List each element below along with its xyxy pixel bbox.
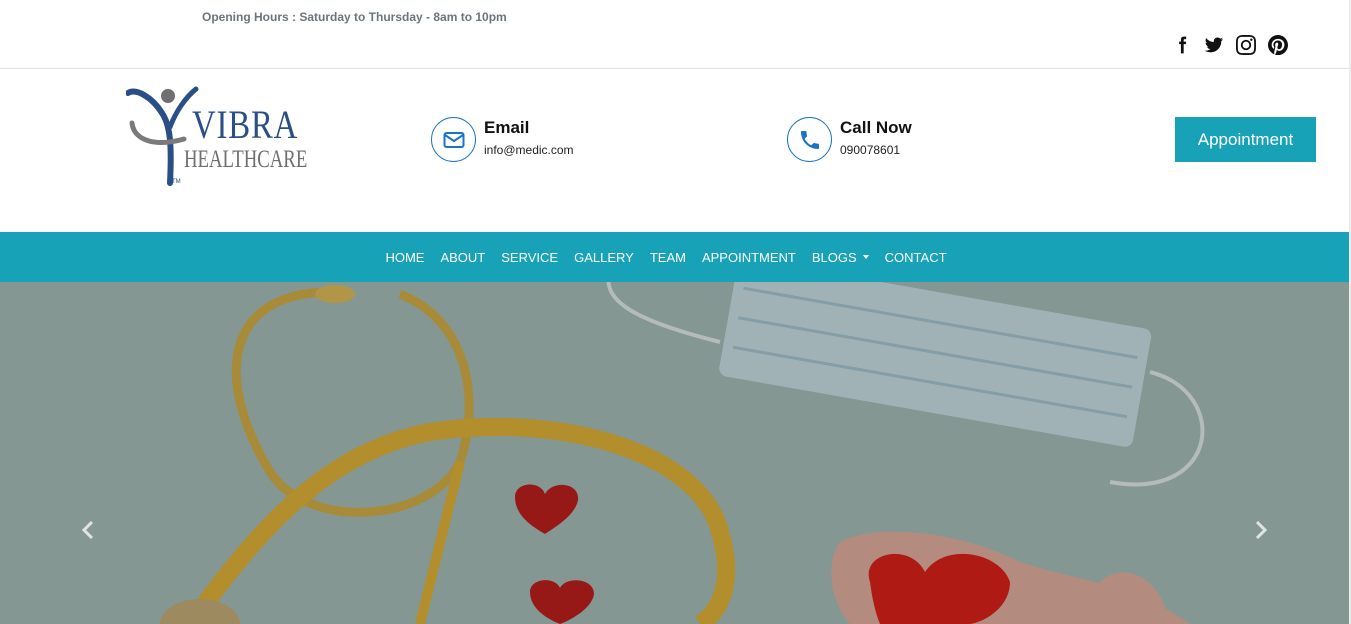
carousel-prev-button[interactable] bbox=[76, 518, 100, 542]
nav-item-label: BLOGS bbox=[811, 249, 857, 265]
nav-item-home[interactable]: HOME bbox=[385, 250, 424, 265]
instagram-icon[interactable] bbox=[1235, 34, 1257, 56]
site-header: VIBRA HEALTHCARE TM Email info@medic.com… bbox=[0, 69, 1351, 232]
email-value[interactable]: info@medic.com bbox=[484, 143, 574, 157]
top-bar: Opening Hours : Saturday to Thursday - 8… bbox=[0, 0, 1351, 69]
logo-word-vibra: VIBRA bbox=[192, 102, 299, 147]
nav-item-blogs[interactable]: BLOGS bbox=[812, 250, 869, 265]
call-value[interactable]: 090078601 bbox=[840, 143, 912, 157]
hero-overlay bbox=[0, 282, 1351, 624]
contact-call[interactable]: Call Now 090078601 bbox=[787, 117, 912, 162]
nav-item-label: HOME bbox=[385, 249, 425, 265]
nav-item-about[interactable]: ABOUT bbox=[440, 250, 485, 265]
appointment-button[interactable]: Appointment bbox=[1175, 117, 1316, 162]
nav-item-label: ABOUT bbox=[440, 249, 486, 265]
phone-icon bbox=[787, 117, 832, 162]
carousel-next-button[interactable] bbox=[1249, 518, 1273, 542]
main-nav: HOME ABOUT SERVICE GALLERY TEAM APPOINTM… bbox=[0, 232, 1351, 282]
caret-down-icon bbox=[862, 255, 869, 259]
email-title: Email bbox=[484, 117, 530, 137]
logo-trademark: TM bbox=[172, 179, 181, 185]
chevron-left-icon bbox=[81, 520, 94, 540]
nav-item-label: CONTACT bbox=[884, 249, 947, 265]
opening-hours: Opening Hours : Saturday to Thursday - 8… bbox=[202, 10, 507, 24]
facebook-icon[interactable] bbox=[1171, 34, 1193, 56]
pinterest-icon[interactable] bbox=[1267, 34, 1289, 56]
envelope-icon bbox=[431, 117, 476, 162]
twitter-icon[interactable] bbox=[1203, 34, 1225, 56]
logo-word-healthcare: HEALTHCARE bbox=[184, 146, 308, 173]
nav-item-gallery[interactable]: GALLERY bbox=[574, 250, 634, 265]
chevron-right-icon bbox=[1255, 520, 1268, 540]
nav-item-contact[interactable]: CONTACT bbox=[885, 250, 947, 265]
contact-email[interactable]: Email info@medic.com bbox=[431, 117, 574, 162]
call-title: Call Now bbox=[840, 117, 912, 137]
nav-item-team[interactable]: TEAM bbox=[650, 250, 686, 265]
hero-carousel bbox=[0, 282, 1351, 624]
social-links bbox=[1171, 34, 1289, 56]
nav-item-appointment[interactable]: APPOINTMENT bbox=[702, 250, 796, 265]
nav-item-label: TEAM bbox=[649, 249, 686, 265]
logo[interactable]: VIBRA HEALTHCARE TM bbox=[126, 83, 308, 187]
nav-item-label: GALLERY bbox=[574, 249, 634, 265]
nav-item-label: SERVICE bbox=[501, 249, 559, 265]
nav-item-label: APPOINTMENT bbox=[701, 249, 796, 265]
nav-item-service[interactable]: SERVICE bbox=[501, 250, 558, 265]
